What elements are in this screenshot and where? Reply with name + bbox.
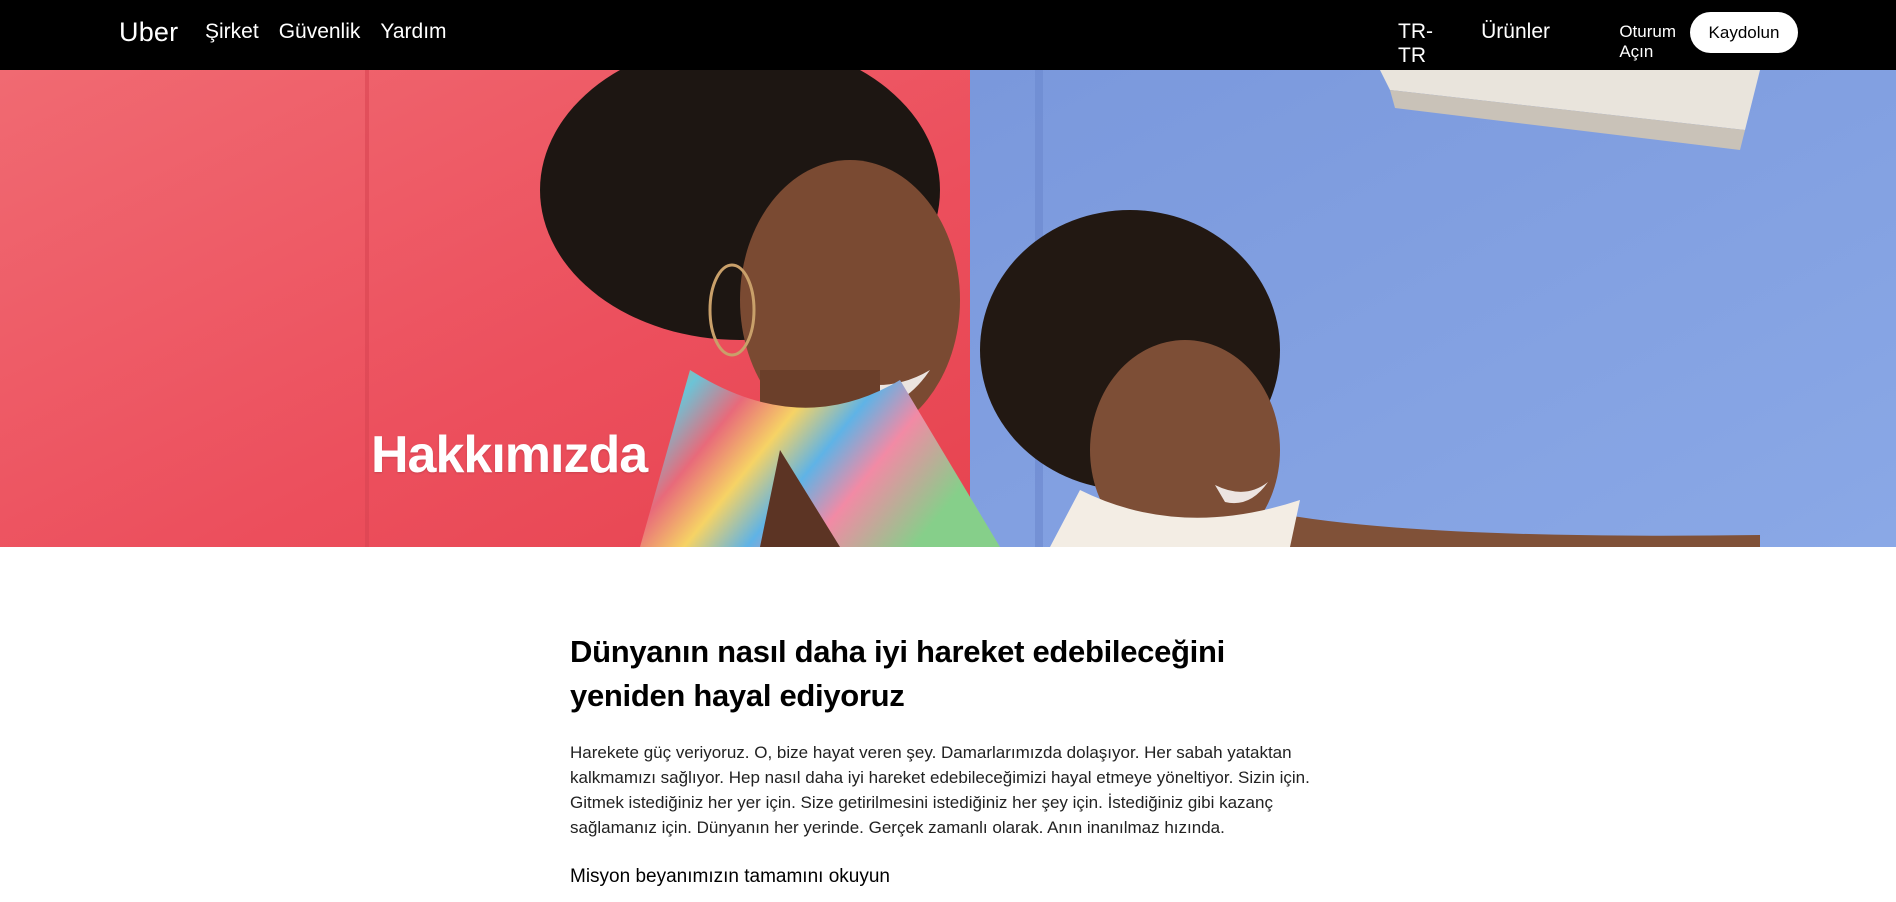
woman-and-child-photo: [0, 70, 1896, 547]
products-menu[interactable]: Ürünler: [1481, 20, 1550, 44]
uber-logo-link[interactable]: Uber: [119, 17, 178, 48]
top-navigation-bar: Uber Şirket Güvenlik Yardım TR-TR Ürünle…: [0, 0, 1896, 70]
signin-link[interactable]: Oturum Açın: [1619, 22, 1676, 62]
signup-button[interactable]: Kaydolun: [1690, 12, 1798, 53]
content-headline: Dünyanın nasıl daha iyi hareket edebilec…: [570, 634, 1225, 713]
primary-nav: Şirket Güvenlik Yardım: [205, 20, 447, 44]
about-content: Dünyanın nasıl daha iyi hareket edebilec…: [570, 630, 1340, 888]
nav-link-safety[interactable]: Güvenlik: [279, 20, 361, 44]
hero-banner: Hakkımızda: [0, 70, 1896, 547]
content-paragraph: Harekete güç veriyoruz. O, bize hayat ve…: [570, 743, 1310, 837]
mission-statement-link[interactable]: Misyon beyanımızın tamamını okuyun: [570, 866, 890, 888]
nav-link-help[interactable]: Yardım: [380, 20, 446, 44]
locale-selector[interactable]: TR-TR: [1398, 20, 1433, 68]
hero-title: Hakkımızda: [371, 426, 648, 484]
nav-link-company[interactable]: Şirket: [205, 20, 259, 44]
